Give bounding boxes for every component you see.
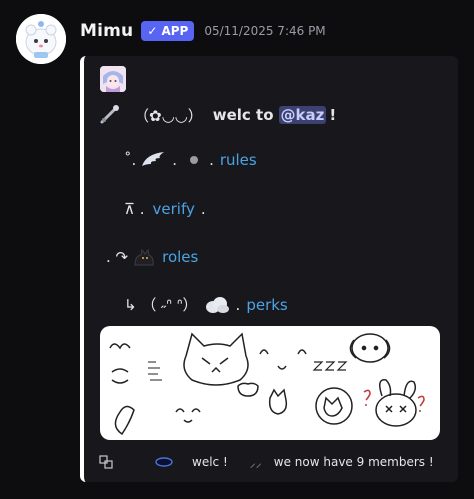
kaomoji-flower: （✿◡◡） (134, 106, 203, 125)
rules-link[interactable]: rules (220, 151, 257, 169)
rules-dot: . (172, 151, 178, 169)
rules-dot-2: . (209, 151, 214, 169)
portal-icon (155, 457, 173, 467)
embed-image[interactable] (100, 326, 440, 440)
dot-icon (190, 156, 199, 164)
roles-link[interactable]: roles (162, 248, 198, 266)
welcome-suffix: ! (329, 106, 337, 124)
verify-suffix: . (200, 200, 206, 218)
kaz-thumbnail-icon (100, 66, 126, 92)
kaz-thumbnail[interactable] (100, 66, 126, 92)
app-badge-label: APP (161, 24, 189, 38)
rules-line: ˚. . . rules (124, 150, 257, 170)
check-icon: ✓ (147, 24, 158, 38)
user-mention[interactable]: @kaz (278, 106, 327, 124)
app-badge: ✓ APP (141, 21, 195, 41)
verify-line: ⊼ . verify . (124, 200, 206, 218)
embed-footer: welc ! ⸝⸝ we now have 9 members ! (98, 452, 448, 472)
doodle-collage-image (109, 332, 425, 436)
message-header: Mimu ✓ APP 05/11/2025 7:46 PM (80, 18, 326, 44)
mimu-avatar-icon (16, 14, 66, 64)
roles-prefix: . ↷ (106, 248, 129, 266)
copy-icon (99, 455, 113, 469)
timestamp[interactable]: 05/11/2025 7:46 PM (204, 24, 325, 38)
footer-sep: ⸝⸝ (249, 455, 262, 470)
perks-line: ↳ （ ˶ᐢ ᐢ） . perks (124, 294, 288, 315)
footer-text-welc: welc ! (192, 455, 228, 469)
black-cat-icon (134, 248, 154, 266)
verify-prefix: ⊼ . (124, 200, 145, 218)
cloud-icon (205, 296, 229, 313)
bot-avatar[interactable] (16, 14, 66, 64)
embed: （✿◡◡） welc to @kaz ! ˚. . . rules ⊼ . ve… (80, 56, 458, 482)
rules-prefix: ˚. (124, 151, 137, 169)
perks-dot: . (235, 295, 241, 314)
welcome-line: （✿◡◡） welc to @kaz ! (98, 104, 336, 126)
perks-link[interactable]: perks (246, 296, 287, 314)
wing-icon (142, 152, 165, 166)
roles-line: . ↷ roles (106, 246, 198, 268)
perks-prefix: ↳ （ ˶ᐢ ᐢ） (124, 296, 198, 314)
verify-link[interactable]: verify (153, 200, 195, 218)
username[interactable]: Mimu (80, 21, 133, 41)
footer-text-members: we now have 9 members ! (273, 455, 434, 469)
welcome-text: welc to (212, 106, 274, 124)
wand-icon (100, 105, 119, 124)
